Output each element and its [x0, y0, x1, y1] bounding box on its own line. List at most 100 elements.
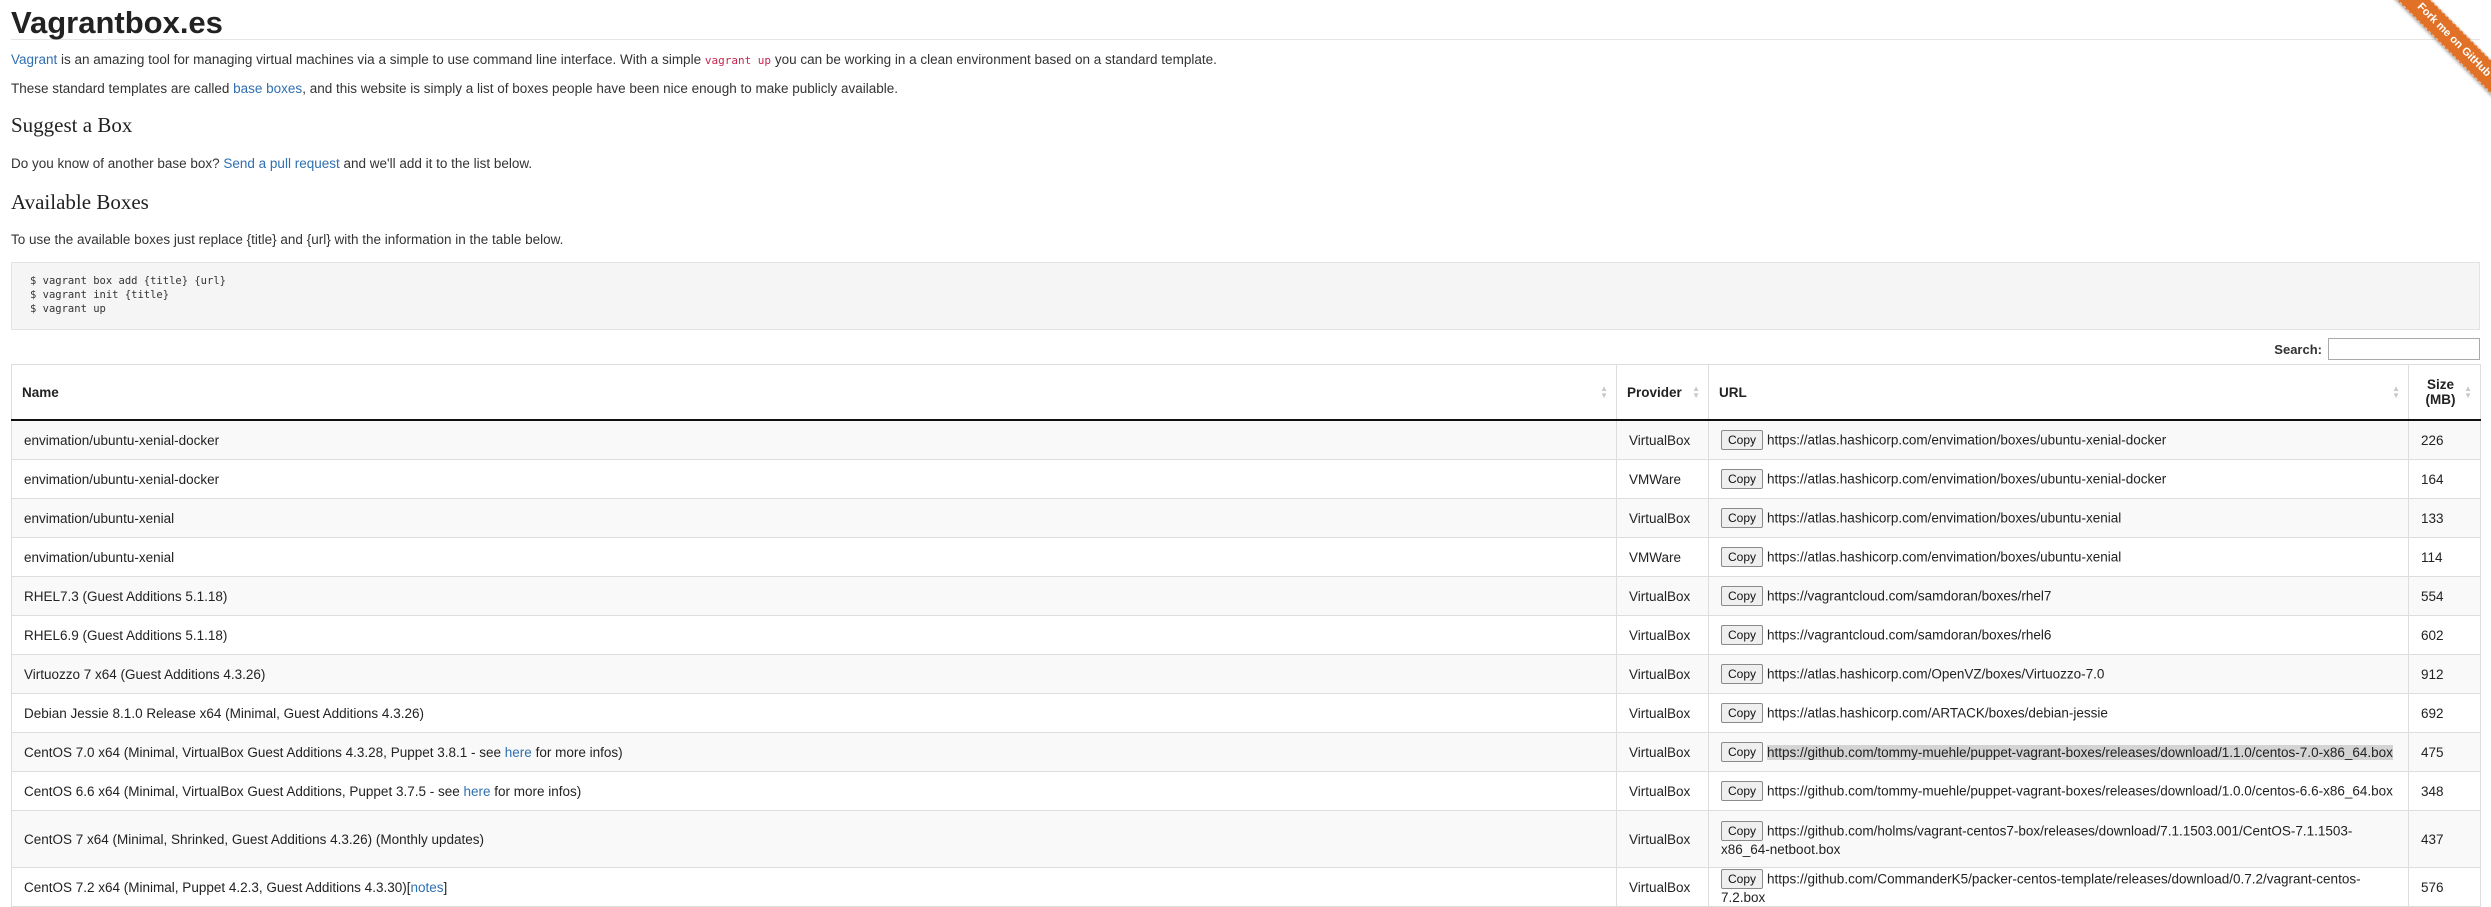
intro-text-3: These standard templates are called	[11, 81, 234, 96]
box-size: 348	[2421, 783, 2444, 799]
column-header-url[interactable]: URL ▲ ▼	[1708, 364, 2409, 421]
cell-size: 576	[2408, 867, 2481, 907]
sort-icon: ▲ ▼	[1692, 384, 1700, 400]
box-size: 554	[2421, 588, 2444, 604]
box-provider: VirtualBox	[1629, 588, 1691, 604]
cell-provider: VirtualBox	[1616, 693, 1709, 733]
cell-name: envimation/ubuntu-xenial	[11, 498, 1617, 538]
available-boxes-heading: Available Boxes	[11, 190, 149, 214]
copy-button[interactable]: Copy	[1721, 781, 1764, 801]
box-provider: VirtualBox	[1629, 666, 1691, 682]
box-info-link[interactable]: here	[505, 745, 532, 760]
box-size: 114	[2421, 549, 2443, 565]
box-url[interactable]: https://atlas.hashicorp.com/envimation/b…	[1767, 550, 2121, 565]
box-url[interactable]: https://atlas.hashicorp.com/envimation/b…	[1767, 472, 2166, 487]
table-row: CentOS 7.2 x64 (Minimal, Puppet 4.2.3, G…	[11, 867, 2481, 907]
cell-size: 912	[2408, 654, 2481, 694]
copy-button[interactable]: Copy	[1721, 469, 1764, 489]
table-row: envimation/ubuntu-xenial-docker VMWare Cop…	[11, 459, 2481, 499]
box-name: RHEL6.9 (Guest Additions 5.1.18)	[24, 627, 228, 643]
box-size: 692	[2421, 705, 2444, 721]
box-url[interactable]: https://atlas.hashicorp.com/OpenVZ/boxes…	[1767, 667, 2104, 682]
box-size: 437	[2421, 831, 2444, 847]
pull-request-link[interactable]: Send a pull request	[223, 156, 339, 171]
column-header-size[interactable]: Size (MB) ▲ ▼	[2408, 364, 2481, 421]
base-boxes-link[interactable]: base boxes	[233, 81, 302, 96]
box-url[interactable]: https://atlas.hashicorp.com/envimation/b…	[1767, 511, 2121, 526]
box-provider: VirtualBox	[1629, 705, 1691, 721]
cell-url: Copy https://github.com/holms/vagrant-cen…	[1708, 810, 2409, 868]
table-row: CentOS 6.6 x64 (Minimal, VirtualBox Gues…	[11, 771, 2481, 811]
cell-url: Copy https://atlas.hashicorp.com/envimati…	[1708, 537, 2409, 577]
copy-button[interactable]: Copy	[1721, 821, 1764, 842]
box-url[interactable]: https://github.com/tommy-muehle/puppet-v…	[1767, 784, 2393, 799]
cell-name: Debian Jessie 8.1.0 Release x64 (Minimal…	[11, 693, 1617, 733]
code-line: $ vagrant init {title}	[30, 289, 170, 301]
cell-name: envimation/ubuntu-xenial-docker	[11, 419, 1617, 460]
header-label: Name	[22, 384, 59, 400]
cell-name: envimation/ubuntu-xenial-docker	[11, 459, 1617, 499]
cell-url: Copy https://atlas.hashicorp.com/envimati…	[1708, 459, 2409, 499]
table-body: envimation/ubuntu-xenial-docker VirtualBo…	[11, 419, 2481, 907]
cell-url: Copy https://vagrantcloud.com/samdoran/bo…	[1708, 576, 2409, 616]
box-provider: VirtualBox	[1629, 783, 1691, 799]
box-info-link[interactable]: here	[463, 784, 490, 799]
fork-me-on-github-ribbon[interactable]: Fork me on GitHub	[2392, 0, 2491, 100]
box-size: 576	[2421, 879, 2444, 895]
sort-icon: ▲ ▼	[1600, 384, 1608, 400]
cell-name: RHEL6.9 (Guest Additions 5.1.18)	[11, 615, 1617, 655]
copy-button[interactable]: Copy	[1721, 586, 1764, 606]
cell-name: CentOS 7 x64 (Minimal, Shrinked, Guest A…	[11, 810, 1617, 868]
box-size: 226	[2421, 432, 2444, 448]
cell-url: Copy https://atlas.hashicorp.com/OpenVZ/b…	[1708, 654, 2409, 694]
column-header-name[interactable]: Name ▲ ▼	[11, 364, 1617, 421]
box-name: RHEL7.3 (Guest Additions 5.1.18)	[24, 588, 228, 604]
table-row: RHEL6.9 (Guest Additions 5.1.18) VirtualB…	[11, 615, 2481, 655]
box-url[interactable]: https://github.com/tommy-muehle/puppet-v…	[1767, 744, 2393, 760]
search-input[interactable]	[2328, 338, 2480, 360]
cell-size: 692	[2408, 693, 2481, 733]
copy-button[interactable]: Copy	[1721, 742, 1764, 762]
cell-provider: VirtualBox	[1616, 867, 1709, 907]
copy-button[interactable]: Copy	[1721, 508, 1764, 528]
box-name-suffix: for more infos)	[531, 744, 623, 760]
box-info-link[interactable]: notes	[410, 880, 443, 895]
boxes-table: Name ▲ ▼ Provider ▲ ▼ URL ▲ ▼ Size (MB) ▲ ▼ envi…	[11, 364, 2481, 907]
box-name: CentOS 7.0 x64 (Minimal, VirtualBox Gues…	[24, 744, 505, 760]
box-url[interactable]: https://vagrantcloud.com/samdoran/boxes/…	[1767, 628, 2051, 643]
table-row: CentOS 7 x64 (Minimal, Shrinked, Guest A…	[11, 810, 2481, 868]
copy-button[interactable]: Copy	[1721, 869, 1764, 890]
cell-url: Copy https://vagrantcloud.com/samdoran/bo…	[1708, 615, 2409, 655]
box-url[interactable]: https://vagrantcloud.com/samdoran/boxes/…	[1767, 589, 2051, 604]
copy-button[interactable]: Copy	[1721, 547, 1764, 567]
box-size: 164	[2421, 471, 2444, 487]
copy-button[interactable]: Copy	[1721, 703, 1764, 723]
vagrant-link[interactable]: Vagrant	[11, 52, 57, 67]
box-url[interactable]: https://atlas.hashicorp.com/ARTACK/boxes…	[1767, 706, 2108, 721]
box-url[interactable]: https://github.com/holms/vagrant-centos7…	[1721, 824, 2352, 857]
copy-button[interactable]: Copy	[1721, 430, 1764, 450]
cell-url: Copy https://atlas.hashicorp.com/envimati…	[1708, 498, 2409, 538]
search-label: Search:	[2274, 341, 2322, 357]
box-provider: VirtualBox	[1629, 744, 1691, 760]
copy-button[interactable]: Copy	[1721, 664, 1764, 684]
table-row: Debian Jessie 8.1.0 Release x64 (Minimal…	[11, 693, 2481, 733]
cell-provider: VirtualBox	[1616, 576, 1709, 616]
sort-icon: ▲ ▼	[2392, 384, 2400, 400]
cell-provider: VirtualBox	[1616, 771, 1709, 811]
table-row: RHEL7.3 (Guest Additions 5.1.18) VirtualB…	[11, 576, 2481, 616]
cell-provider: VirtualBox	[1616, 654, 1709, 694]
box-name: CentOS 7 x64 (Minimal, Shrinked, Guest A…	[24, 831, 484, 847]
cell-url: Copy https://atlas.hashicorp.com/envimati…	[1708, 419, 2409, 460]
header-label: Size (MB)	[2425, 377, 2456, 407]
box-url[interactable]: https://atlas.hashicorp.com/envimation/b…	[1767, 433, 2166, 448]
copy-button[interactable]: Copy	[1721, 625, 1764, 645]
cell-size: 164	[2408, 459, 2481, 499]
cell-size: 437	[2408, 810, 2481, 868]
box-name: envimation/ubuntu-xenial-docker	[24, 471, 220, 487]
cell-provider: VirtualBox	[1616, 498, 1709, 538]
column-header-provider[interactable]: Provider ▲ ▼	[1616, 364, 1709, 421]
box-url[interactable]: https://github.com/CommanderK5/packer-ce…	[1721, 872, 2361, 905]
box-name: envimation/ubuntu-xenial-docker	[24, 432, 220, 448]
box-provider: VirtualBox	[1629, 627, 1691, 643]
